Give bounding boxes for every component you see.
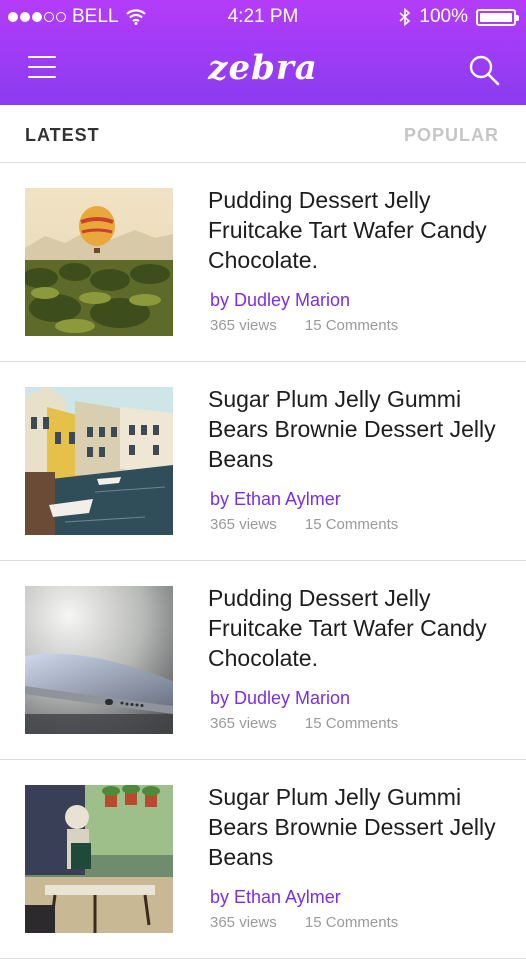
app-logo: zebra (208, 48, 318, 88)
article-meta: 365 views 15 Comments (210, 317, 398, 334)
article-views: 365 views (210, 914, 277, 931)
article-item[interactable]: Pudding Dessert Jelly Fruitcake Tart Waf… (0, 163, 526, 362)
article-item[interactable]: Sugar Plum Jelly Gummi Bears Brownie Des… (0, 760, 526, 959)
article-meta: 365 views 15 Comments (210, 516, 398, 533)
status-bar: BELL 4:21 PM 100% (0, 0, 526, 34)
article-item[interactable]: Sugar Plum Jelly Gummi Bears Brownie Des… (0, 362, 526, 561)
app-header: BELL 4:21 PM 100% zebra (0, 0, 526, 105)
article-views: 365 views (210, 317, 277, 334)
article-comments[interactable]: 15 Comments (305, 715, 398, 732)
battery-icon (476, 8, 519, 26)
tab-latest[interactable]: LATEST (25, 125, 100, 146)
article-author[interactable]: by Dudley Marion (210, 290, 350, 311)
article-meta: 365 views 15 Comments (210, 715, 398, 732)
article-title[interactable]: Pudding Dessert Jelly Fruitcake Tart Waf… (208, 185, 508, 275)
article-thumbnail (25, 387, 173, 535)
article-views: 365 views (210, 516, 277, 533)
article-comments[interactable]: 15 Comments (305, 317, 398, 334)
article-title[interactable]: Sugar Plum Jelly Gummi Bears Brownie Des… (208, 384, 508, 474)
article-title[interactable]: Sugar Plum Jelly Gummi Bears Brownie Des… (208, 782, 508, 872)
article-comments[interactable]: 15 Comments (305, 516, 398, 533)
article-list: Pudding Dessert Jelly Fruitcake Tart Waf… (0, 163, 526, 959)
article-item[interactable]: Pudding Dessert Jelly Fruitcake Tart Waf… (0, 561, 526, 760)
search-icon[interactable] (468, 54, 500, 86)
bluetooth-icon (399, 8, 411, 26)
article-author[interactable]: by Ethan Aylmer (210, 887, 341, 908)
battery-percent: 100% (419, 6, 468, 27)
article-author[interactable]: by Ethan Aylmer (210, 489, 341, 510)
article-title[interactable]: Pudding Dessert Jelly Fruitcake Tart Waf… (208, 583, 508, 673)
article-author[interactable]: by Dudley Marion (210, 688, 350, 709)
tab-popular[interactable]: POPULAR (404, 125, 499, 146)
article-views: 365 views (210, 715, 277, 732)
article-meta: 365 views 15 Comments (210, 914, 398, 931)
status-right: 100% (399, 6, 519, 28)
article-thumbnail (25, 188, 173, 336)
tab-bar: LATEST POPULAR (0, 105, 526, 163)
article-thumbnail (25, 785, 173, 933)
article-comments[interactable]: 15 Comments (305, 914, 398, 931)
article-thumbnail (25, 586, 173, 734)
